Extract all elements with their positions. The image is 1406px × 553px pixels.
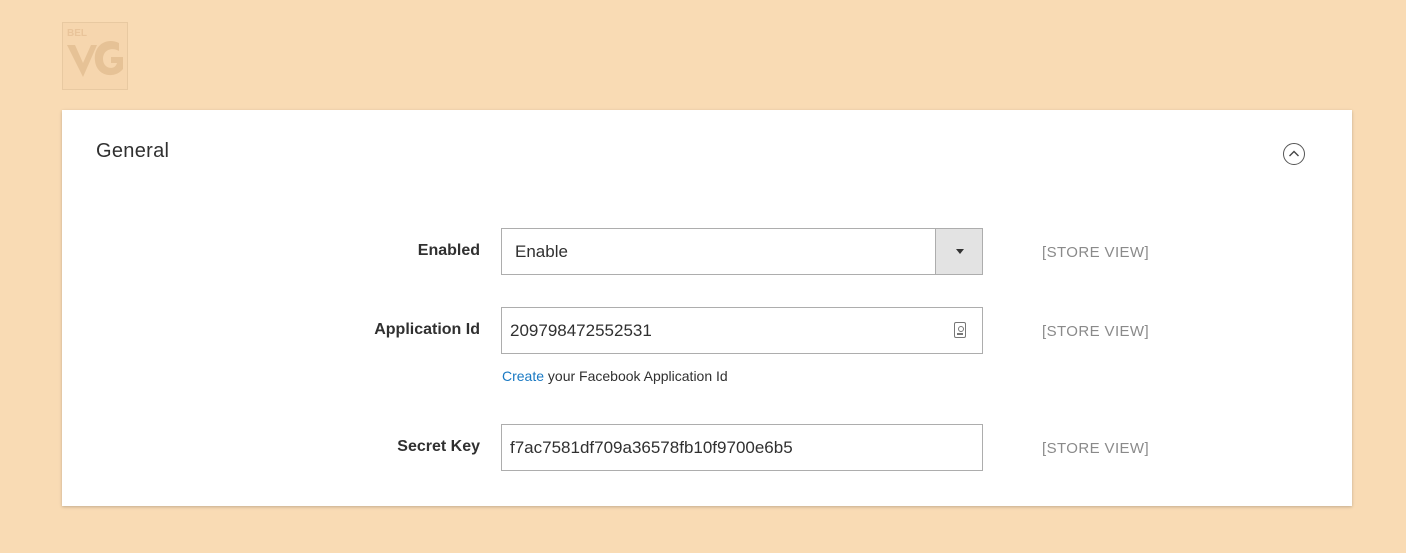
logo-mark-icon: BEL xyxy=(67,28,123,77)
application-id-note: Create your Facebook Application Id xyxy=(502,368,728,384)
logo: BEL xyxy=(62,22,128,90)
application-id-input[interactable]: 209798472552531 xyxy=(501,307,983,354)
section-title[interactable]: General xyxy=(96,140,169,163)
chevron-up-circle-icon xyxy=(1289,150,1299,157)
dropdown-arrow-icon[interactable] xyxy=(935,229,982,274)
application-id-label: Application Id xyxy=(374,321,480,338)
enabled-label: Enabled xyxy=(417,242,480,259)
collapse-section-button[interactable] xyxy=(1283,143,1305,165)
application-id-value: 209798472552531 xyxy=(510,321,652,340)
application-id-scope-label: [STORE VIEW] xyxy=(1042,323,1150,340)
secret-key-scope-label: [STORE VIEW] xyxy=(1042,440,1150,457)
secret-key-input[interactable]: f7ac7581df709a36578fb10f9700e6b5 xyxy=(501,424,983,471)
key-icon[interactable] xyxy=(954,322,966,338)
secret-key-label: Secret Key xyxy=(397,438,480,455)
enabled-scope-label: [STORE VIEW] xyxy=(1042,244,1150,261)
enabled-select-value: Enable xyxy=(515,242,568,261)
general-section-panel: General Enabled Enable [STORE VIEW] Appl… xyxy=(62,110,1352,506)
enabled-select[interactable]: Enable xyxy=(501,228,983,275)
secret-key-value: f7ac7581df709a36578fb10f9700e6b5 xyxy=(510,438,793,457)
svg-text:BEL: BEL xyxy=(67,28,87,39)
application-id-note-text: your Facebook Application Id xyxy=(544,368,728,384)
create-app-link[interactable]: Create xyxy=(502,368,544,384)
